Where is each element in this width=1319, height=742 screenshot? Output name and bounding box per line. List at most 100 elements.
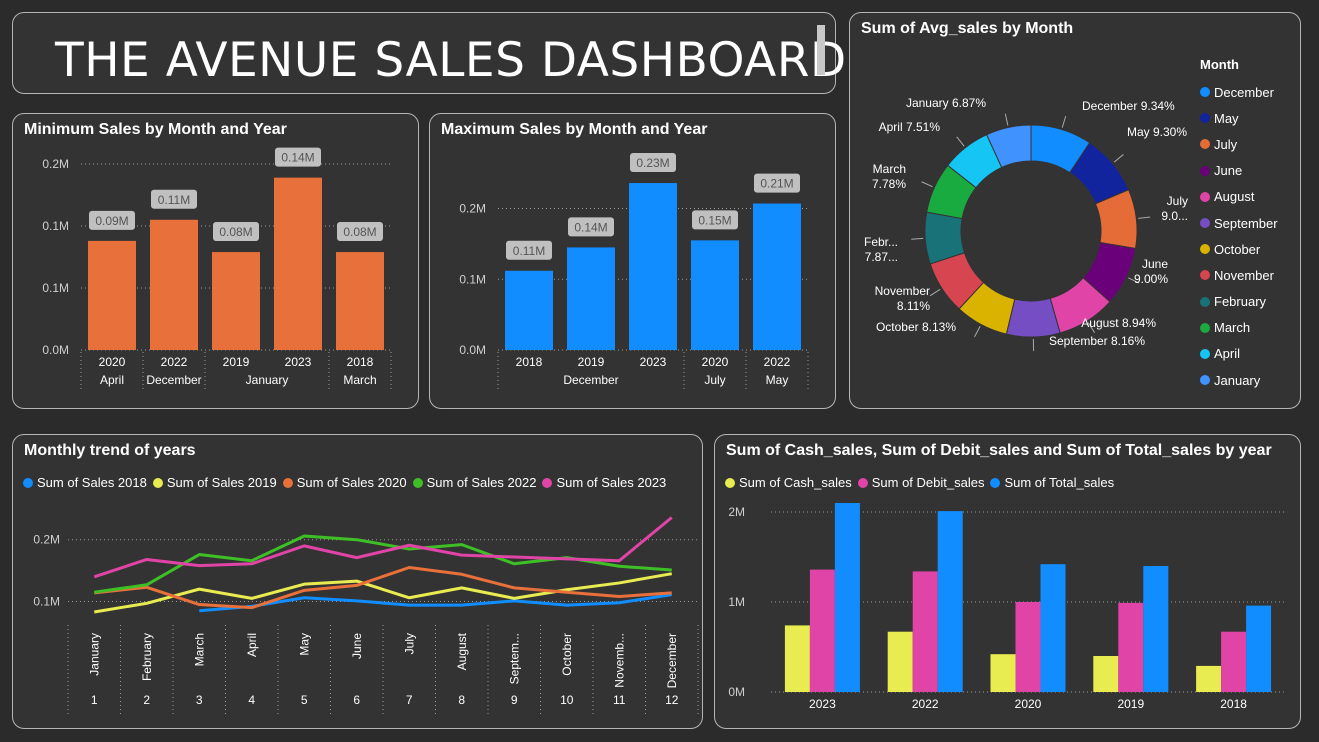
min-sales-plot: 0.0M 0.1M 0.1M 0.2M 0.09M 2020 0.11M 2022 0.08M 2…	[42, 147, 392, 390]
legend-marker	[1200, 87, 1210, 98]
y-tick-label: 0.2M	[33, 533, 60, 547]
bar	[834, 503, 860, 692]
slice-label: June 9.00%	[1134, 257, 1168, 286]
bar	[150, 219, 198, 350]
leader-line	[1004, 113, 1009, 126]
bar	[1093, 656, 1119, 692]
leader-line	[1113, 154, 1124, 163]
y-tick-label: 0.1M	[42, 281, 69, 295]
legend-marker	[1200, 139, 1210, 150]
y-tick-label: 0.0M	[42, 343, 69, 357]
x-tick-label: April	[245, 633, 259, 657]
legend-label: January	[1214, 372, 1261, 388]
y-tick-label: 0.2M	[42, 157, 69, 171]
bar	[274, 177, 322, 350]
min-sales-chart[interactable]: Minimum Sales by Month and Year 0.0M 0.1M…	[12, 113, 419, 409]
slice-label: August 8.94%	[1081, 316, 1156, 330]
leader-line	[956, 136, 965, 147]
x-group-label: May	[766, 373, 789, 387]
legend-item[interactable]: September	[1200, 210, 1278, 236]
y-tick-label: 0.1M	[33, 594, 60, 608]
x-number-label: 12	[665, 693, 679, 707]
leader-line	[1138, 216, 1151, 219]
slice-label: October 8.13%	[876, 320, 956, 334]
slice-label: May 9.30%	[1127, 125, 1187, 139]
legend-item[interactable]: May	[1200, 105, 1278, 131]
legend-marker	[1200, 191, 1210, 202]
x-tick-label: March	[192, 633, 206, 666]
bar	[336, 252, 384, 350]
x-tick-label: 2020	[702, 355, 729, 369]
cash-plot: 0M 1M 2M 2023 2022 2020 2019 2018	[728, 503, 1285, 711]
legend-item[interactable]: December	[1200, 79, 1278, 105]
legend-item[interactable]: October	[1200, 236, 1278, 262]
x-tick-label: Novemb...	[612, 633, 626, 688]
legend-item[interactable]: April	[1200, 341, 1278, 367]
cash-debit-total-chart[interactable]: Sum of Cash_sales, Sum of Debit_sales an…	[714, 434, 1301, 729]
x-number-label: 5	[301, 693, 308, 707]
bar	[1246, 605, 1272, 692]
legend-label: April	[1214, 346, 1241, 362]
donut-slice	[1005, 297, 1061, 338]
monthly-trend-chart[interactable]: Monthly trend of years Sum of Sales 2018…	[12, 434, 703, 729]
bar	[937, 511, 963, 692]
x-tick-label: January	[87, 633, 101, 676]
legend-item[interactable]: July	[1200, 131, 1278, 157]
bar	[1196, 665, 1222, 692]
legend-item[interactable]: February	[1200, 289, 1278, 315]
bar	[691, 240, 739, 350]
x-tick-label: 2018	[516, 355, 543, 369]
legend-item[interactable]: November	[1200, 262, 1278, 288]
slice-label: July 9.0...	[1161, 194, 1188, 223]
x-number-label: 1	[91, 693, 98, 707]
x-tick-label: July	[402, 633, 416, 654]
bar	[1040, 564, 1066, 692]
legend-marker	[1200, 113, 1210, 124]
x-number-label: 9	[511, 693, 518, 707]
data-label: 0.23M	[636, 156, 669, 170]
y-tick-label: 0M	[728, 685, 745, 699]
data-label: 0.14M	[281, 151, 314, 165]
x-tick-label: 2018	[1220, 697, 1247, 711]
title-accent-bar	[817, 25, 825, 75]
legend-item[interactable]: January	[1200, 367, 1278, 393]
legend-marker	[1200, 165, 1210, 176]
data-label: 0.11M	[513, 244, 545, 258]
max-sales-plot: 0.0M 0.1M 0.2M 0.11M 2018 0.14M 2019 0.23M 2023 0…	[459, 153, 809, 390]
x-tick-label: 2023	[285, 355, 312, 369]
title-banner: THE AVENUE SALES DASHBOARD	[12, 12, 846, 94]
bar	[1118, 602, 1144, 692]
x-number-label: 4	[248, 693, 255, 707]
bar	[912, 571, 938, 692]
legend-item[interactable]: June	[1200, 158, 1278, 184]
series-line	[93, 516, 673, 579]
legend-marker	[1200, 218, 1210, 229]
data-label: 0.11M	[158, 193, 190, 207]
data-label: 0.09M	[95, 214, 128, 228]
slice-label: March 7.78%	[872, 162, 906, 191]
trend-plot: 0.1M 0.2M January 1 February 2 March 3 April 4 May…	[33, 516, 699, 717]
max-sales-chart[interactable]: Maximum Sales by Month and Year 0.0M 0.1M…	[429, 113, 836, 409]
legend-item[interactable]: March	[1200, 315, 1278, 341]
x-number-label: 2	[143, 693, 150, 707]
legend-label: May	[1214, 110, 1239, 126]
leader-line	[1061, 115, 1067, 128]
y-tick-label: 0.1M	[459, 272, 486, 286]
page-title: THE AVENUE SALES DASHBOARD	[55, 33, 847, 88]
legend-label: September	[1214, 215, 1278, 231]
x-tick-label: May	[297, 633, 311, 656]
avg-sales-donut-chart[interactable]: Sum of Avg_sales by Month December 9.34%…	[849, 12, 1301, 409]
x-group-label: April	[100, 373, 124, 387]
bar	[990, 654, 1016, 692]
bar	[567, 247, 615, 350]
bar	[887, 631, 913, 692]
bar	[629, 183, 677, 350]
y-tick-label: 0.0M	[459, 343, 486, 357]
x-tick-label: December	[665, 633, 679, 688]
legend-marker	[1200, 270, 1210, 281]
legend-item[interactable]: August	[1200, 184, 1278, 210]
x-group-label: March	[343, 373, 376, 387]
x-tick-label: 2019	[578, 355, 605, 369]
legend-marker	[1200, 322, 1210, 333]
x-tick-label: 2020	[99, 355, 126, 369]
